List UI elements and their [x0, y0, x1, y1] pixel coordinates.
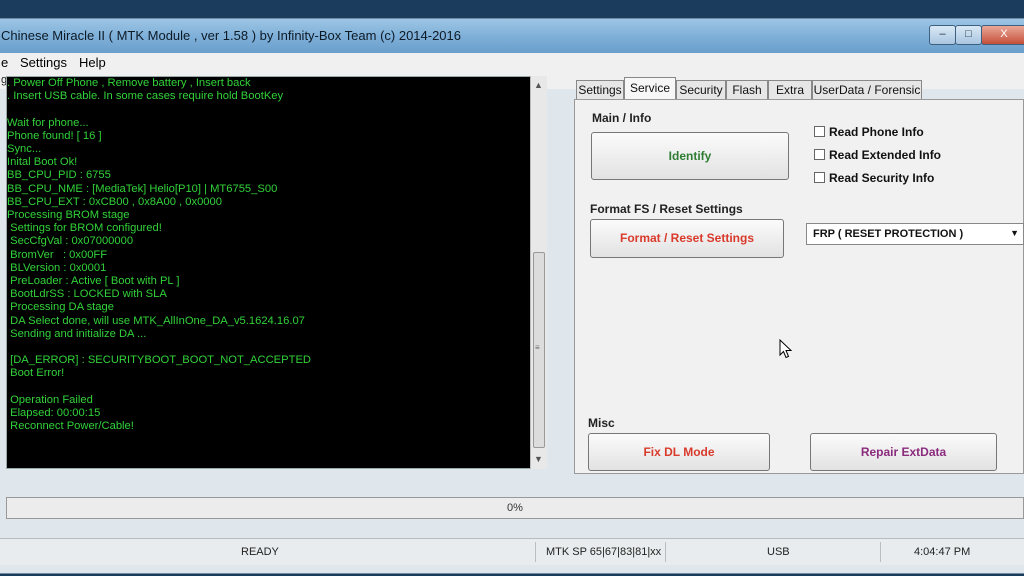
progress-text: 0% — [507, 502, 523, 514]
tab-service[interactable]: Service — [624, 77, 676, 100]
title-bar[interactable]: Chinese Miracle II ( MTK Module , ver 1.… — [0, 19, 1024, 53]
tab-settings[interactable]: Settings — [576, 80, 624, 99]
status-bar: READY MTK SP 65|67|83|81|xx USB 4:04:47 … — [0, 538, 1024, 565]
repair-extdata-button[interactable]: Repair ExtData — [810, 433, 997, 471]
scroll-up-icon[interactable]: ▲ — [534, 80, 543, 90]
status-platform: MTK SP 65|67|83|81|xx — [546, 546, 662, 558]
tab-extra[interactable]: Extra — [768, 80, 812, 99]
status-divider — [535, 542, 536, 562]
tab-flash[interactable]: Flash — [726, 80, 768, 99]
menu-bar: e Settings Help — [0, 53, 1024, 73]
log-line: Processing BROM stage — [7, 209, 130, 222]
scroll-thumb[interactable]: ≡ — [533, 252, 545, 448]
log-lines: . Power Off Phone , Remove battery , Ins… — [7, 77, 535, 433]
menu-file[interactable]: e — [1, 55, 8, 70]
grip-icon: ≡ — [535, 343, 540, 352]
log-line: BB_CPU_NME : [MediaTek] Helio[P10] | MT6… — [7, 182, 278, 195]
log-line: PreLoader : Active [ Boot with PL ] — [7, 275, 180, 288]
log-line: SecCfgVal : 0x07000000 — [7, 235, 134, 248]
maximize-button[interactable]: □ — [955, 25, 982, 45]
status-divider — [880, 542, 881, 562]
frp-select-value: FRP ( RESET PROTECTION ) — [813, 228, 964, 240]
log-line: DA Select done, will use MTK_AllInOne_DA… — [7, 314, 305, 327]
misc-label: Misc — [588, 416, 615, 430]
log-line: Sending and initialize DA ... — [7, 327, 147, 340]
log-line: Reconnect Power/Cable! — [7, 420, 134, 433]
log-line: Phone found! [ 16 ] — [7, 129, 102, 142]
log-line: Settings for BROM configured! — [7, 222, 162, 235]
log-line: Processing DA stage — [7, 301, 114, 314]
log-line: . Power Off Phone , Remove battery , Ins… — [7, 77, 251, 89]
log-line: BromVer : 0x00FF — [7, 248, 108, 261]
window-title: Chinese Miracle II ( MTK Module , ver 1.… — [1, 28, 462, 43]
log-line: BB_CPU_EXT : 0xCB00 , 0x8A00 , 0x0000 — [7, 195, 222, 208]
fix-dl-mode-button[interactable]: Fix DL Mode — [588, 433, 770, 471]
checkbox-box[interactable] — [814, 172, 825, 183]
log-line: Wait for phone... — [7, 116, 89, 129]
log-line: Sync... — [7, 143, 42, 156]
log-line: Operation Failed — [7, 393, 93, 406]
identify-button[interactable]: Identify — [591, 132, 789, 180]
log-scrollbar[interactable]: ▲ ≡ ▼ — [530, 76, 547, 469]
scroll-down-icon[interactable]: ▼ — [534, 454, 543, 464]
close-button[interactable]: X — [981, 25, 1024, 45]
log-output[interactable]: . Power Off Phone , Remove battery , Ins… — [6, 76, 547, 469]
log-line: [DA_ERROR] : SECURITYBOOT_BOOT_NOT_ACCEP… — [7, 354, 311, 367]
menu-help[interactable]: Help — [79, 55, 106, 70]
log-line: BootLdrSS : LOCKED with SLA — [7, 288, 167, 301]
status-connection: USB — [767, 546, 790, 558]
tab-userdata-forensic[interactable]: UserData / Forensic — [812, 80, 922, 99]
frp-select[interactable]: FRP ( RESET PROTECTION ) ▼ — [806, 223, 1024, 245]
minimize-button[interactable]: – — [929, 25, 956, 45]
checkbox-box[interactable] — [814, 149, 825, 160]
format-reset-button[interactable]: Format / Reset Settings — [590, 219, 784, 258]
log-line: BLVersion : 0x0001 — [7, 261, 107, 274]
checkbox-label: Read Extended Info — [829, 148, 942, 162]
status-time: 4:04:47 PM — [914, 546, 971, 558]
format-reset-label: Format FS / Reset Settings — [590, 202, 743, 216]
progress-bar: 0% — [6, 497, 1024, 519]
checkbox-box[interactable] — [814, 126, 825, 137]
log-line: Inital Boot Ok! — [7, 156, 78, 169]
checkbox-label: Read Security Info — [829, 171, 935, 185]
log-line: Boot Error! — [7, 367, 65, 380]
log-line: Elapsed: 00:00:15 — [7, 407, 101, 420]
chevron-down-icon[interactable]: ▼ — [1010, 228, 1019, 238]
tab-security[interactable]: Security — [676, 80, 726, 99]
checkbox-label: Read Phone Info — [829, 125, 924, 139]
main-info-label: Main / Info — [592, 111, 652, 125]
status-state: READY — [241, 546, 279, 558]
mouse-cursor-icon — [779, 339, 793, 359]
log-line: BB_CPU_PID : 6755 — [7, 169, 111, 182]
menu-settings[interactable]: Settings — [20, 55, 67, 70]
status-divider — [665, 542, 666, 562]
log-line: . Insert USB cable. In some cases requir… — [7, 90, 284, 103]
